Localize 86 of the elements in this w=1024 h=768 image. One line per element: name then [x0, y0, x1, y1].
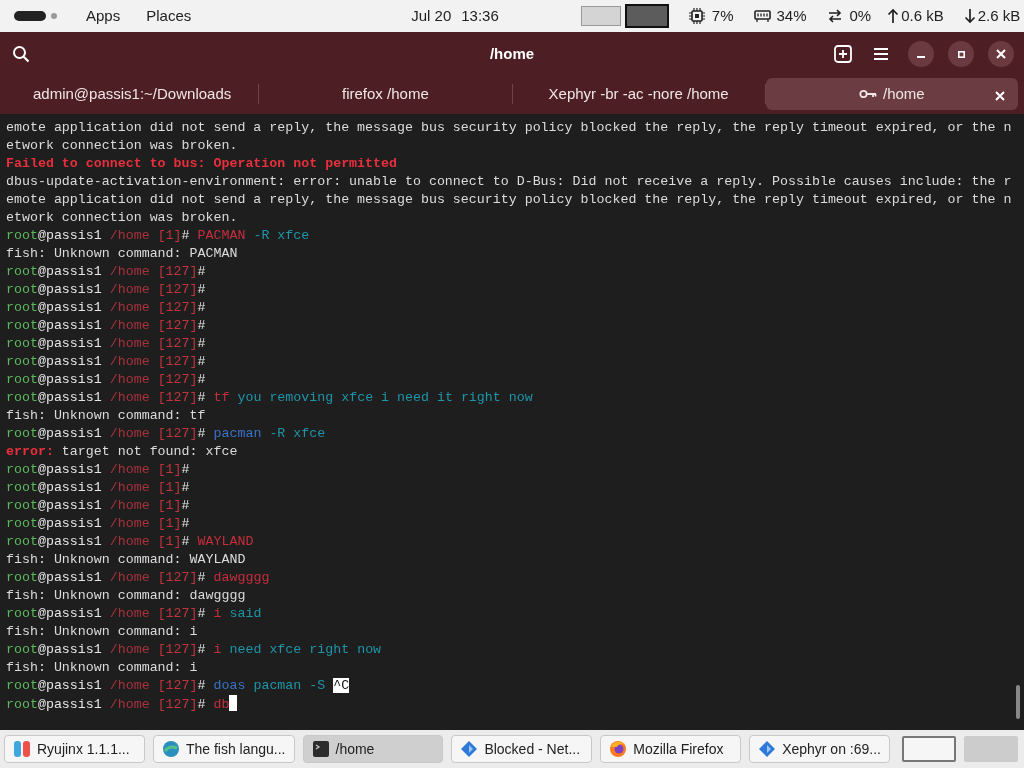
terminal-line: root@passis1 /home [1]#: [6, 515, 190, 533]
memory-icon: [753, 8, 771, 24]
terminal-line: dbus-update-activation-environment: error: unable to connect to D-Bus: Did not receive a reply. Possible causes include: the r: [6, 173, 1012, 191]
terminal-line: emote application did not send a reply, the message bus security policy blocked the reply, the reply timeout expired, or the n: [6, 191, 1012, 209]
menu-button[interactable]: Apps: [86, 4, 121, 28]
diamond-icon: [460, 740, 479, 758]
menu-button[interactable]: [872, 46, 890, 62]
tab[interactable]: /home: [765, 78, 1018, 110]
workspace-thumbnail[interactable]: [580, 6, 621, 26]
terminal-line: root@passis1 /home [127]# doas pacman -S ^C: [6, 677, 350, 695]
terminal-line: root@passis1 /home [1]#: [6, 497, 190, 515]
taskbar-button[interactable]: Mozilla Firefox: [600, 735, 742, 763]
stat-value: 7%: [711, 5, 734, 26]
taskbar-button[interactable]: /home: [302, 735, 444, 763]
maximize-button[interactable]: [948, 41, 974, 67]
terminal-line: root@passis1 /home [127]# pacman -R xfce: [6, 425, 326, 443]
date-label: Jul 20: [411, 5, 452, 26]
stat-value: 0.6 kB: [901, 5, 944, 26]
terminal-line: fish: Unknown command: dawgggg: [6, 587, 246, 605]
tab-label: /home: [883, 83, 925, 104]
minimize-icon: [917, 56, 925, 58]
terminal-line: fish: Unknown command: WAYLAND: [6, 551, 246, 569]
globe-icon: [161, 740, 180, 758]
split-logo-icon: [13, 740, 31, 758]
terminal-line: fish: Unknown command: tf: [6, 407, 206, 425]
terminal-icon: [311, 740, 330, 758]
maximize-icon: [957, 50, 965, 58]
terminal-line: root@passis1 /home [1]#: [6, 461, 190, 479]
terminal-line: root@passis1 /home [127]#: [6, 371, 206, 389]
search-icon: [12, 45, 30, 63]
swap-arrows-icon: [826, 8, 844, 24]
scrollbar-thumb[interactable]: [1016, 685, 1020, 719]
stat-value: 2.6 kB: [977, 5, 1021, 26]
terminal-line: fish: Unknown command: i: [6, 659, 198, 677]
workspace-thumbnail[interactable]: [624, 4, 669, 28]
tab-label: admin@passis1:~/Downloads: [33, 83, 232, 104]
window-title: /home: [489, 45, 535, 62]
menu-icon: [872, 46, 890, 62]
taskbar-button[interactable]: Ryujinx 1.1.1...: [4, 735, 145, 763]
new-tab-icon: [834, 45, 852, 63]
tab[interactable]: Xephyr -br -ac -nore /home: [512, 78, 765, 110]
down-arrow-icon: [963, 8, 976, 24]
close-icon[interactable]: [994, 90, 1006, 102]
search-button[interactable]: [12, 45, 30, 63]
terminal-line: Failed to connect to bus: Operation not permitted: [6, 155, 397, 173]
new-tab-button[interactable]: [834, 45, 852, 63]
terminal-line: etwork connection was broken.: [6, 209, 238, 227]
terminal-line: root@passis1 /home [127]#: [6, 263, 206, 281]
tab[interactable]: admin@passis1:~/Downloads: [6, 78, 259, 110]
close-button[interactable]: [988, 41, 1014, 67]
terminal-line: etwork connection was broken.: [6, 137, 238, 155]
clock-time: 13:36: [461, 5, 499, 26]
close-icon: [996, 49, 1006, 59]
terminal-line: root@passis1 /home [127]#: [6, 299, 206, 317]
terminal-line: fish: Unknown command: PACMAN: [6, 245, 238, 263]
taskbar-button[interactable]: Xephyr on :69...: [749, 735, 890, 763]
terminal-line: root@passis1 /home [1]# WAYLAND: [6, 533, 254, 551]
terminal-line: emote application did not send a reply, the message bus security policy blocked the reply, the reply timeout expired, or the n: [6, 119, 1012, 137]
tab[interactable]: firefox /home: [259, 78, 512, 110]
terminal-line: root@passis1 /home [127]# i need xfce right now: [6, 641, 382, 659]
tab-label: firefox /home: [342, 83, 429, 104]
workspace-thumbnail[interactable]: [902, 736, 956, 762]
terminal-line: root@passis1 /home [127]# dawgggg: [6, 569, 270, 587]
terminal-line: fish: Unknown command: i: [6, 623, 198, 641]
terminal-line: root@passis1 /home [127]#: [6, 353, 206, 371]
chip-icon: [688, 8, 706, 24]
terminal-line: root@passis1 /home [127]#: [6, 317, 206, 335]
terminal-line: root@passis1 /home [127]#: [6, 281, 206, 299]
workspace-indicator-icon[interactable]: [14, 11, 58, 21]
terminal-line: root@passis1 /home [127]#: [6, 335, 206, 353]
tab-label: Xephyr -br -ac -nore /home: [548, 83, 729, 104]
round-logo-icon: [609, 740, 628, 758]
taskbar-button[interactable]: Blocked - Net...: [451, 735, 593, 763]
terminal-line: root@passis1 /home [127]# db: [6, 695, 238, 713]
stat-value: 0%: [849, 5, 872, 26]
up-arrow-icon: [887, 8, 900, 24]
diamond-icon: [758, 740, 777, 758]
terminal-line: root@passis1 /home [127]# i said: [6, 605, 262, 623]
terminal-line: root@passis1 /home [1]#: [6, 479, 190, 497]
taskbar-button[interactable]: The fish langu...: [152, 735, 295, 763]
stat-value: 34%: [776, 5, 807, 26]
terminal-line: error: target not found: xfce: [6, 443, 238, 461]
minimize-button[interactable]: [908, 41, 934, 67]
terminal-line: root@passis1 /home [127]# tf you removing xfce i need it right now: [6, 389, 533, 407]
terminal-line: root@passis1 /home [1]# PACMAN -R xfce: [6, 227, 310, 245]
menu-button[interactable]: Places: [146, 4, 192, 28]
